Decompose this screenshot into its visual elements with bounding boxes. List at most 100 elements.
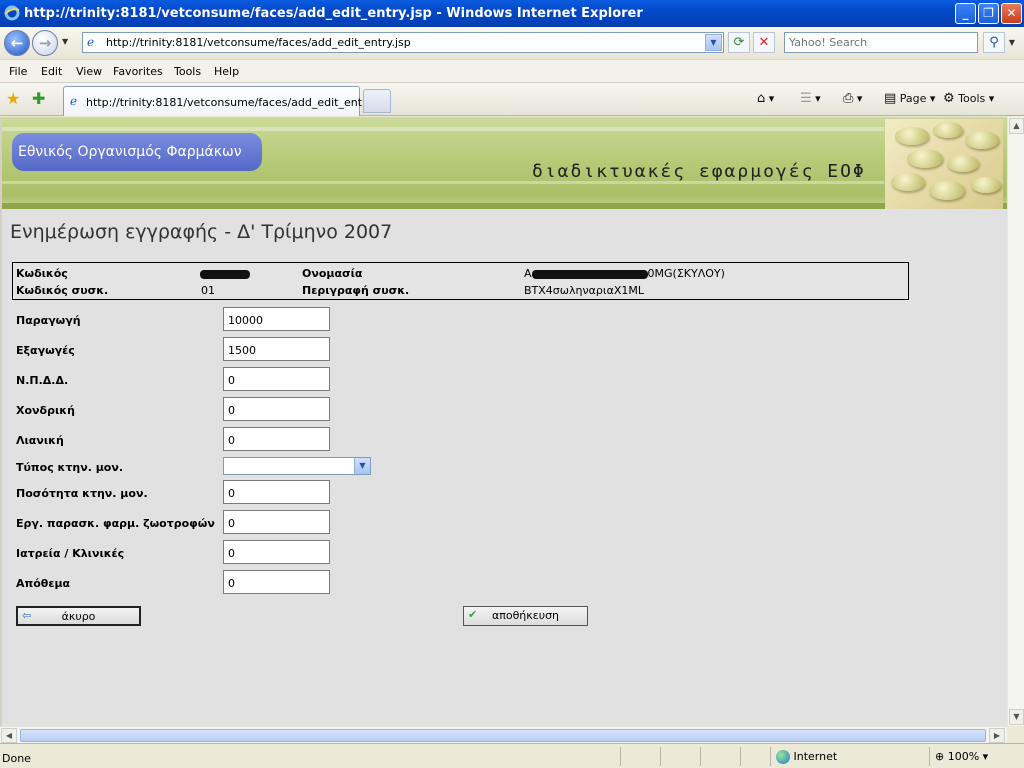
status-bar: Done Internet ⊕ 100% ▾ <box>0 743 1024 768</box>
menu-tools[interactable]: Tools <box>174 65 201 78</box>
tab-bar: ★ ✚ ℯ http://trinity:8181/vetconsume/fac… <box>0 83 1024 116</box>
page-icon: ℯ <box>70 94 78 108</box>
retail-input[interactable] <box>223 427 330 451</box>
unit-qty-label: Ποσότητα κτην. μον. <box>16 487 148 500</box>
scroll-left-icon[interactable]: ◀ <box>1 728 17 743</box>
page-content: Εθνικός Οργανισμός Φαρμάκων διαδικτυακές… <box>0 117 1008 726</box>
pkg-desc-value: BTX4σωληναριαX1ML <box>524 284 644 297</box>
name-value-suffix: 0MG(ΣΚΥΛΟΥ) <box>647 267 725 280</box>
menu-favorites[interactable]: Favorites <box>113 65 163 78</box>
pkg-code-label: Κωδικός συσκ. <box>16 284 109 297</box>
pkg-code-value: 01 <box>201 284 215 297</box>
unit-type-select[interactable]: ▼ <box>223 457 371 475</box>
address-bar[interactable]: ℯ http://trinity:8181/vetconsume/faces/a… <box>82 32 724 53</box>
page-icon: ℯ <box>87 35 95 49</box>
feed-factories-label: Εργ. παρασκ. φαρμ. ζωοτροφών <box>16 517 215 530</box>
horizontal-scrollbar[interactable]: ◀ ▶ <box>0 726 1007 743</box>
npdd-input[interactable] <box>223 367 330 391</box>
window-title-bar: http://trinity:8181/vetconsume/faces/add… <box>0 0 1024 27</box>
unit-type-label: Τύπος κτην. μον. <box>16 461 124 474</box>
restore-button[interactable]: ❐ <box>978 3 999 24</box>
apps-title: διαδικτυακές εφαρμογές ΕΟΦ <box>532 161 866 182</box>
menu-help[interactable]: Help <box>214 65 239 78</box>
zoom-level[interactable]: ⊕ 100% ▾ <box>935 750 988 763</box>
search-options-dropdown[interactable]: ▼ <box>1006 32 1018 53</box>
minimize-button[interactable]: _ <box>955 3 976 24</box>
code-label: Κωδικός <box>16 267 68 280</box>
favorites-star-icon[interactable]: ★ <box>6 89 20 108</box>
scroll-down-icon[interactable]: ▼ <box>1009 709 1024 725</box>
production-label: Παραγωγή <box>16 314 81 327</box>
back-button[interactable]: ← <box>4 30 30 56</box>
navigation-bar: ← → ▼ ℯ http://trinity:8181/vetconsume/f… <box>0 27 1024 59</box>
wholesale-label: Χονδρική <box>16 404 75 417</box>
menu-bar: File Edit View Favorites Tools Help <box>0 59 1024 83</box>
product-info-box: Κωδικός Ονομασία A 0MG(ΣΚΥΛΟΥ) Κωδικός συ… <box>12 262 909 300</box>
unit-qty-input[interactable] <box>223 480 330 504</box>
cancel-button-label: άκυρο <box>61 610 96 623</box>
site-banner: Εθνικός Οργανισμός Φαρμάκων διαδικτυακές… <box>2 117 1008 209</box>
pkg-desc-label: Περιγραφή συσκ. <box>302 284 410 297</box>
feed-factories-input[interactable] <box>223 510 330 534</box>
search-input[interactable] <box>785 33 977 52</box>
scroll-up-icon[interactable]: ▲ <box>1009 118 1024 134</box>
code-value <box>200 267 250 280</box>
tools-menu-label: Tools <box>958 92 986 105</box>
save-button-label: αποθήκευση <box>491 609 560 622</box>
clinics-label: Ιατρεία / Κλινικές <box>16 547 125 560</box>
scroll-right-icon[interactable]: ▶ <box>989 728 1005 743</box>
page-menu-label: Page <box>899 92 927 105</box>
add-favorites-icon[interactable]: ✚ <box>32 89 45 108</box>
page-menu-button[interactable]: ▤ Page ▾ <box>884 91 935 106</box>
search-button[interactable]: ⚲ <box>983 32 1005 53</box>
cancel-button[interactable]: ⇦ άκυρο <box>16 606 141 626</box>
organization-name: Εθνικός Οργανισμός Φαρμάκων <box>12 133 262 171</box>
page-title: Ενημέρωση εγγραφής - Δ' Τρίμηνο 2007 <box>10 221 393 243</box>
exports-label: Εξαγωγές <box>16 344 75 357</box>
clinics-input[interactable] <box>223 540 330 564</box>
stop-button[interactable]: ✕ <box>753 32 775 53</box>
save-button[interactable]: ✔ αποθήκευση <box>463 606 588 626</box>
horizontal-scroll-thumb[interactable] <box>20 729 986 742</box>
scroll-corner <box>1007 726 1024 743</box>
status-text: Done <box>2 752 31 765</box>
search-box[interactable] <box>784 32 978 53</box>
wholesale-input[interactable] <box>223 397 330 421</box>
tools-menu-button[interactable]: ⚙ Tools ▾ <box>943 91 994 106</box>
zoom-icon: ⊕ <box>935 750 945 763</box>
security-zone[interactable]: Internet <box>776 750 837 764</box>
tab-current[interactable]: ℯ http://trinity:8181/vetconsume/faces/a… <box>63 86 385 116</box>
menu-file[interactable]: File <box>9 65 27 78</box>
tab-label: http://trinity:8181/vetconsume/faces/add… <box>86 96 386 109</box>
globe-icon <box>776 750 790 764</box>
feeds-icon[interactable]: ☰ ▾ <box>800 91 821 106</box>
menu-view[interactable]: View <box>76 65 102 78</box>
refresh-button[interactable]: ⟳ <box>728 32 750 53</box>
recent-pages-dropdown[interactable]: ▼ <box>62 37 68 46</box>
name-value: A 0MG(ΣΚΥΛΟΥ) <box>524 267 725 280</box>
stock-input[interactable] <box>223 570 330 594</box>
address-dropdown-icon[interactable]: ▼ <box>705 34 722 51</box>
pills-image <box>885 119 1003 209</box>
redacted-name <box>531 269 648 279</box>
zone-label: Internet <box>793 750 838 763</box>
close-button[interactable]: ✕ <box>1001 3 1022 24</box>
new-tab-button[interactable] <box>363 89 391 113</box>
internet-explorer-icon <box>4 5 20 21</box>
name-value-prefix: A <box>524 267 532 280</box>
npdd-label: Ν.Π.Δ.Δ. <box>16 374 69 387</box>
menu-edit[interactable]: Edit <box>41 65 62 78</box>
stock-label: Απόθεμα <box>16 577 71 590</box>
retail-label: Λιανική <box>16 434 64 447</box>
chevron-down-icon[interactable]: ▼ <box>354 458 370 474</box>
address-url[interactable]: http://trinity:8181/vetconsume/faces/add… <box>106 36 411 49</box>
name-label: Ονομασία <box>302 267 363 280</box>
zoom-label: 100% <box>947 750 980 763</box>
home-icon[interactable]: ⌂ ▾ <box>757 91 774 106</box>
exports-input[interactable] <box>223 337 330 361</box>
production-input[interactable] <box>223 307 330 331</box>
forward-button[interactable]: → <box>32 30 58 56</box>
redacted-code <box>200 269 250 279</box>
print-icon[interactable]: ⎙ ▾ <box>843 91 862 106</box>
vertical-scrollbar[interactable]: ▲ ▼ <box>1007 117 1024 726</box>
